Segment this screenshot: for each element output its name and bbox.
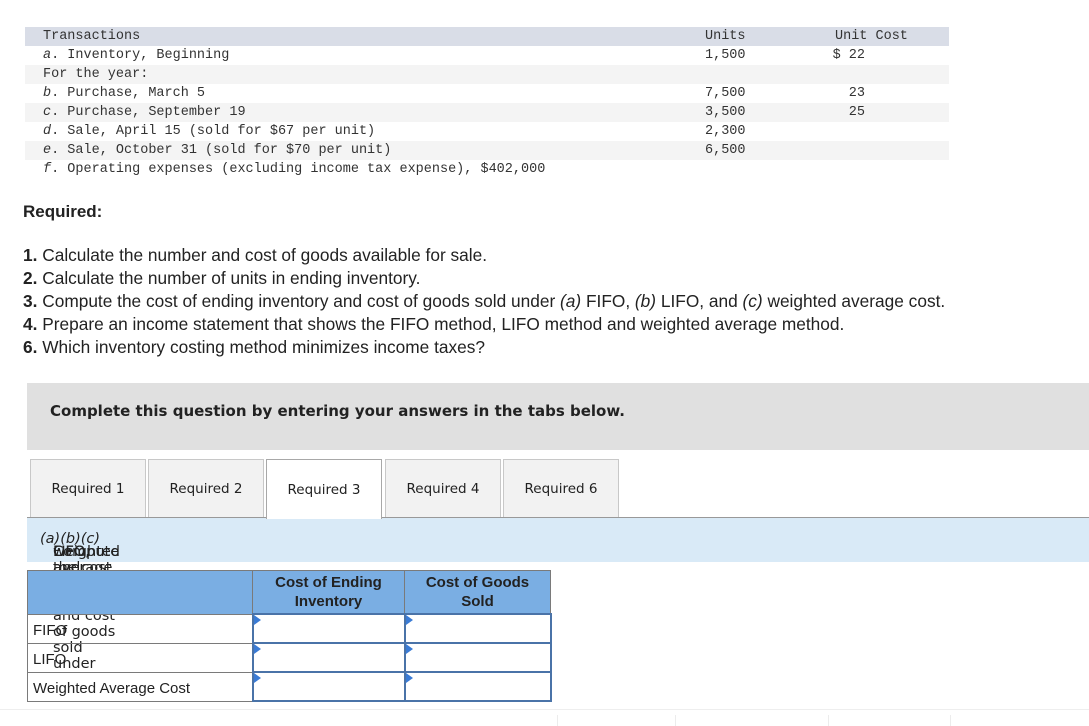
fifo-ending-inventory-input[interactable] (253, 616, 404, 641)
required-item: 3. Compute the cost of ending inventory … (23, 291, 946, 311)
row-label: LIFO (27, 642, 253, 673)
transaction-row: c. Purchase, September 19 3,500 25 (25, 103, 949, 122)
tab-required-1[interactable]: Required 1 (30, 459, 146, 517)
prompt-text: Compute the cost of ending inventory and… (40, 531, 122, 672)
lifo-ending-inventory-input[interactable] (253, 645, 404, 670)
transaction-letter: f (43, 162, 52, 177)
transactions-header: Transactions (43, 29, 141, 44)
transaction-unit-cost: 25 (848, 105, 865, 120)
unit-cost-header: Unit Cost (835, 29, 908, 44)
transaction-label: . Operating expenses (excluding income t… (51, 162, 546, 177)
bottom-divider (0, 709, 1089, 710)
transaction-letter: b (43, 86, 52, 101)
weighted-average-ending-inventory-input[interactable] (253, 674, 404, 699)
transaction-letter: a (43, 48, 52, 63)
units-header: Units (705, 29, 746, 44)
transaction-label: . Sale, October 31 (sold for $70 per uni… (51, 143, 392, 158)
transaction-letter: e (43, 143, 52, 158)
transaction-unit-cost: $ 22 (832, 48, 865, 63)
transaction-label: . Sale, April 15 (sold for $67 per unit) (51, 124, 376, 139)
tab-required-6[interactable]: Required 6 (503, 459, 619, 517)
row-label: Weighted Average Cost (27, 671, 253, 702)
transaction-units: 2,300 (705, 124, 746, 139)
answer-row-fifo: FIFO (27, 613, 552, 644)
header-cost-ending-inventory: Cost of Ending Inventory (252, 570, 405, 615)
lifo-cogs-input[interactable] (405, 645, 550, 670)
transaction-letter: d (43, 124, 52, 139)
answer-header-blank (27, 570, 253, 615)
input-marker-icon (405, 644, 413, 654)
input-marker-icon (253, 644, 261, 654)
input-marker-icon (405, 615, 413, 625)
transaction-row: a. Inventory, Beginning 1,500 $ 22 (25, 46, 949, 65)
transactions-table: Transactions Units Unit Cost a. Inventor… (25, 27, 949, 179)
tab-required-4[interactable]: Required 4 (385, 459, 501, 517)
answer-header-row: Cost of Ending Inventory Cost of Goods S… (27, 570, 551, 615)
required-heading: Required: (23, 202, 103, 221)
transaction-label: . Inventory, Beginning (51, 48, 230, 63)
transaction-units: 1,500 (705, 48, 746, 63)
transaction-label: . Purchase, September 19 (51, 105, 246, 120)
transaction-units (685, 65, 795, 84)
instruction-text: Complete this question by entering your … (50, 402, 625, 420)
input-marker-icon (405, 673, 413, 683)
answer-row-lifo: LIFO (27, 642, 552, 673)
tab-prompt: Compute the cost of ending inventory and… (27, 518, 1089, 672)
transaction-row: d. Sale, April 15 (sold for $67 per unit… (25, 122, 949, 141)
weighted-average-cogs-input[interactable] (405, 674, 550, 699)
answer-table: Cost of Ending Inventory Cost of Goods S… (27, 570, 552, 702)
tab-required-3[interactable]: Required 3 (266, 459, 382, 519)
transaction-unit-cost: 23 (848, 86, 865, 101)
transaction-row: For the year: (25, 65, 949, 84)
input-marker-icon (253, 673, 261, 683)
transaction-units: 3,500 (705, 105, 746, 120)
divider-tick (950, 715, 951, 726)
required-item: 1. Calculate the number and cost of good… (23, 245, 488, 265)
input-marker-icon (253, 615, 261, 625)
transaction-label: For the year: (43, 67, 149, 82)
divider-tick (675, 715, 676, 726)
required-item: 6. Which inventory costing method minimi… (23, 337, 485, 357)
transaction-row: e. Sale, October 31 (sold for $70 per un… (25, 141, 949, 160)
transaction-row: f. Operating expenses (excluding income … (25, 160, 949, 179)
tab-required-2[interactable]: Required 2 (148, 459, 264, 517)
required-list: 1. Calculate the number and cost of good… (23, 244, 945, 359)
required-item: 2. Calculate the number of units in endi… (23, 268, 421, 288)
transactions-header-row: Transactions Units Unit Cost (25, 27, 949, 46)
fifo-cogs-input[interactable] (405, 616, 550, 641)
instruction-banner: Complete this question by entering your … (27, 383, 1089, 450)
transaction-units: 6,500 (705, 143, 746, 158)
answer-row-weighted-average: Weighted Average Cost (27, 671, 552, 702)
transaction-units: 7,500 (705, 86, 746, 101)
transaction-letter: c (43, 105, 52, 120)
header-cost-goods-sold: Cost of Goods Sold (404, 570, 551, 615)
divider-tick (557, 715, 558, 726)
divider-tick (828, 715, 829, 726)
required-item: 4. Prepare an income statement that show… (23, 314, 845, 334)
transaction-row: b. Purchase, March 5 7,500 23 (25, 84, 949, 103)
transaction-label: . Purchase, March 5 (51, 86, 206, 101)
row-label: FIFO (27, 613, 253, 644)
